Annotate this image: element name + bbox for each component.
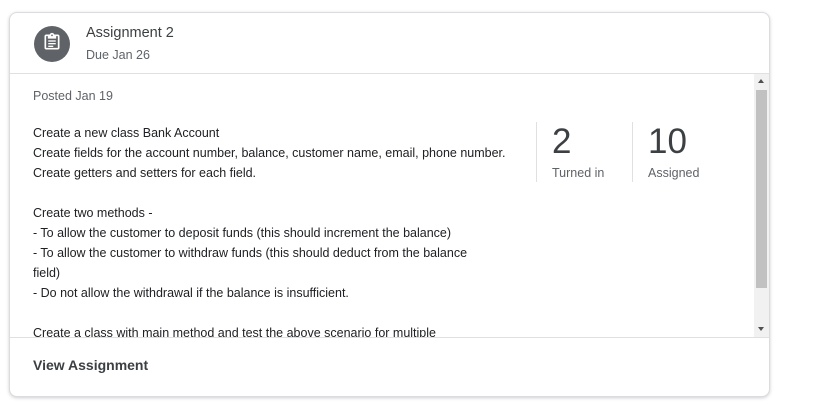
description-line: - Do not allow the withdrawal if the bal… xyxy=(33,286,349,300)
description-line: field) xyxy=(33,266,61,280)
assignment-footer: View Assignment xyxy=(10,337,769,396)
description-line: Create two methods - xyxy=(33,206,153,220)
assignment-body: Posted Jan 19 Create a new class Bank Ac… xyxy=(10,74,769,337)
description-line: - To allow the customer to withdraw fund… xyxy=(33,246,468,260)
view-assignment-button[interactable]: View Assignment xyxy=(33,357,148,373)
posted-date: Posted Jan 19 xyxy=(33,89,113,103)
assignment-description: Create a new class Bank Account Create f… xyxy=(33,123,528,337)
assignment-title[interactable]: Assignment 2 xyxy=(86,25,174,41)
scroll-down-arrow-icon[interactable] xyxy=(758,327,764,331)
due-date: Due Jan 26 xyxy=(86,48,150,62)
assigned-stat[interactable]: 10 Assigned xyxy=(632,122,728,182)
scroll-thumb[interactable] xyxy=(756,90,767,288)
assignment-header[interactable]: Assignment 2 Due Jan 26 xyxy=(10,13,769,74)
turned-in-label: Turned in xyxy=(552,166,605,180)
assigned-count: 10 xyxy=(648,122,687,161)
scroll-up-arrow-icon[interactable] xyxy=(758,79,764,83)
description-line: Create a class with main method and test… xyxy=(33,326,436,337)
description-line: Create a new class Bank Account xyxy=(33,126,220,140)
turned-in-count: 2 xyxy=(552,122,572,161)
description-line xyxy=(33,303,528,323)
assignment-icon xyxy=(42,32,62,57)
assignment-avatar xyxy=(34,26,70,62)
description-line: Create fields for the account number, ba… xyxy=(33,146,506,160)
description-line: - To allow the customer to deposit funds… xyxy=(33,226,452,240)
description-scrollbar[interactable] xyxy=(754,74,769,337)
description-line xyxy=(33,183,528,203)
assigned-label: Assigned xyxy=(648,166,700,180)
assignment-card: Assignment 2 Due Jan 26 Posted Jan 19 Cr… xyxy=(9,12,770,397)
description-line: Create getters and setters for each fiel… xyxy=(33,166,257,180)
turned-in-stat[interactable]: 2 Turned in xyxy=(536,122,632,182)
